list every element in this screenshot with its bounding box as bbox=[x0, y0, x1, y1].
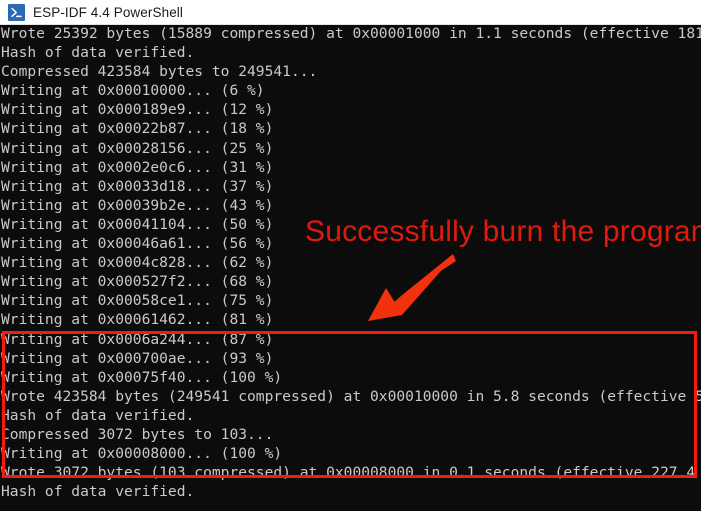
powershell-icon bbox=[8, 3, 25, 21]
console-line: Writing at 0x00028156... (25 %) bbox=[1, 139, 274, 157]
console-line: Wrote 25392 bytes (15889 compressed) at … bbox=[1, 25, 701, 42]
console-line: Writing at 0x00033d18... (37 %) bbox=[1, 177, 274, 195]
console-line: Writing at 0x0004c828... (62 %) bbox=[1, 254, 274, 272]
console-line: Writing at 0x00058ce1... (75 %) bbox=[1, 292, 274, 310]
console-line: Writing at 0x00010000... (6 %) bbox=[1, 82, 265, 100]
console-line: Writing at 0x000700ae... (93 %) bbox=[1, 349, 274, 367]
console-line: Hash of data verified. bbox=[1, 483, 195, 501]
console-line: Writing at 0x0006a244... (87 %) bbox=[1, 330, 274, 348]
console-line: Writing at 0x00022b87... (18 %) bbox=[1, 120, 274, 138]
console-line: Writing at 0x00039b2e... (43 %) bbox=[1, 196, 274, 214]
console-line: Hash of data verified. bbox=[1, 406, 195, 424]
console-line: Compressed 423584 bytes to 249541... bbox=[1, 63, 318, 81]
console-output[interactable]: Wrote 25392 bytes (15889 compressed) at … bbox=[0, 25, 701, 511]
console-line: Writing at 0x000527f2... (68 %) bbox=[1, 273, 274, 291]
console-line: Hash of data verified. bbox=[1, 44, 195, 62]
annotation-label: Successfully burn the program bbox=[305, 215, 701, 248]
console-line: Writing at 0x00008000... (100 %) bbox=[1, 445, 283, 463]
console-line: Writing at 0x000189e9... (12 %) bbox=[1, 101, 274, 119]
powershell-window: ESP-IDF 4.4 PowerShell Wrote 25392 bytes… bbox=[0, 0, 701, 511]
window-title: ESP-IDF 4.4 PowerShell bbox=[33, 4, 184, 20]
console-line: Compressed 3072 bytes to 103... bbox=[1, 425, 274, 443]
console-line: Writing at 0x0002e0c6... (31 %) bbox=[1, 158, 274, 176]
console-line: Writing at 0x00075f40... (100 %) bbox=[1, 368, 283, 386]
console-line-list: Wrote 25392 bytes (15889 compressed) at … bbox=[0, 25, 701, 511]
console-line: Wrote 423584 bytes (249541 compressed) a… bbox=[1, 387, 701, 405]
console-line: Writing at 0x00061462... (81 %) bbox=[1, 311, 274, 329]
console-line: Wrote 3072 bytes (103 compressed) at 0x0… bbox=[1, 464, 701, 482]
window-titlebar: ESP-IDF 4.4 PowerShell bbox=[0, 0, 701, 25]
